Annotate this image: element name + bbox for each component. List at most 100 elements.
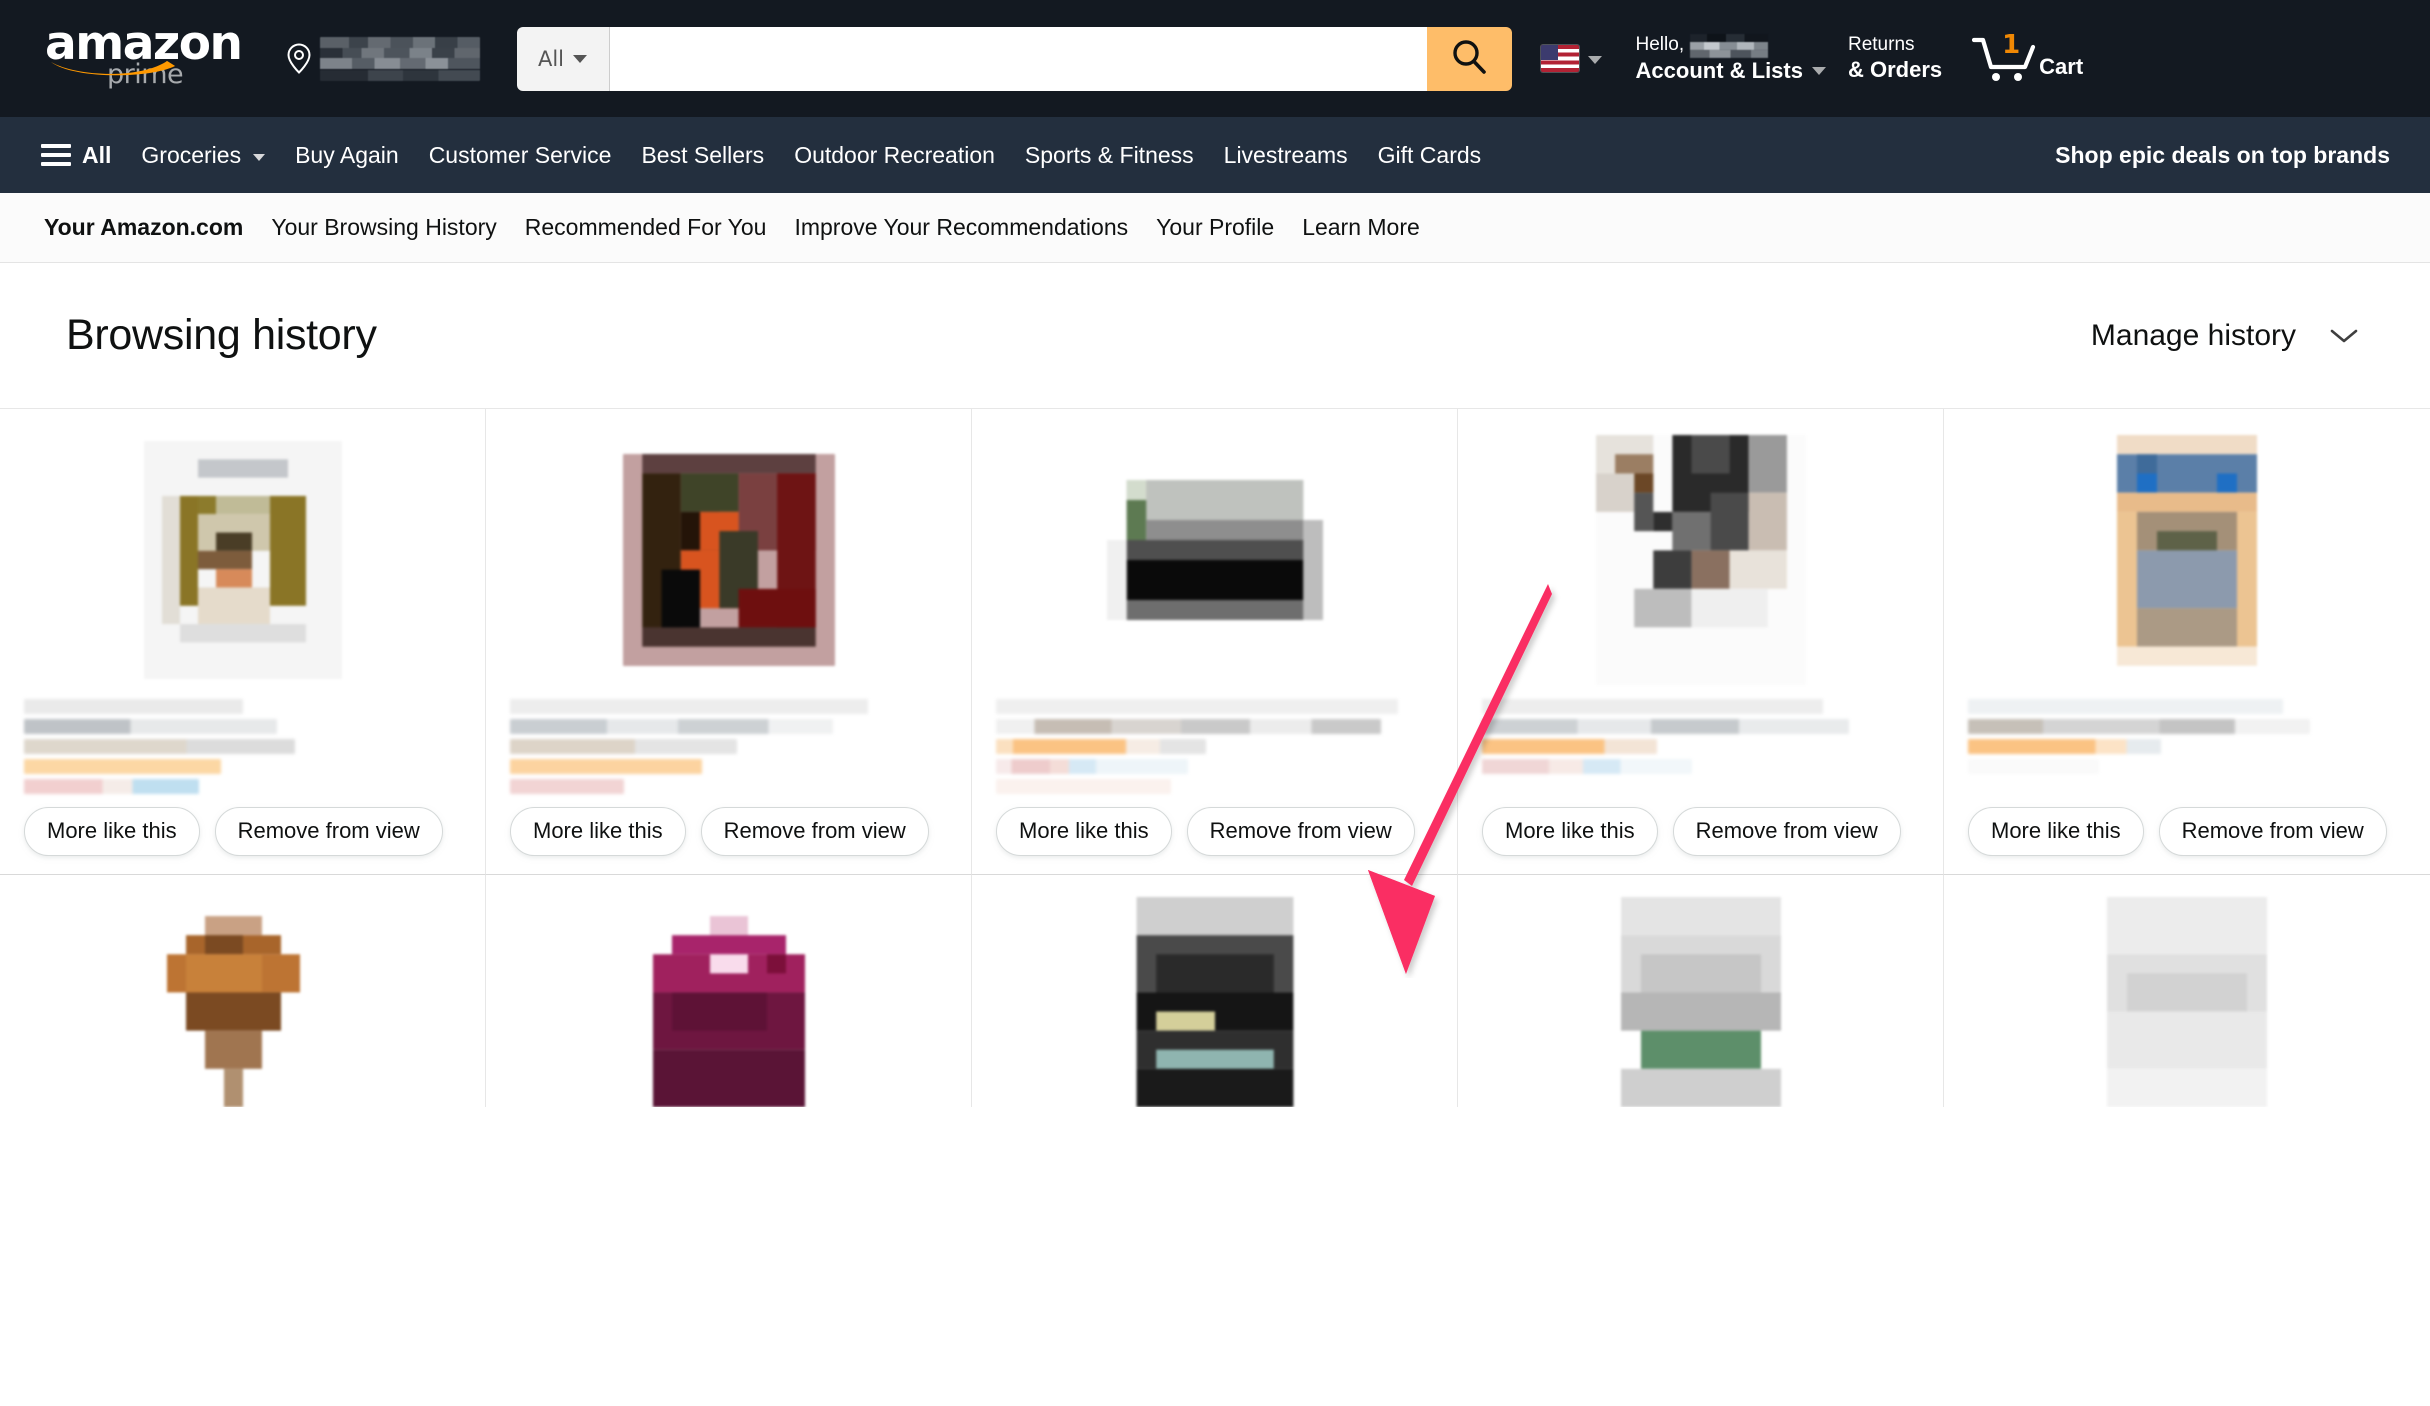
product-title-2[interactable]: [510, 699, 947, 803]
nav-item-best-sellers[interactable]: Best Sellers: [626, 132, 779, 179]
redacted-text-line: [1968, 719, 2310, 734]
redacted-rating-line: [510, 779, 624, 794]
chevron-down-icon: [573, 54, 588, 63]
product-title-3[interactable]: [996, 699, 1433, 803]
subnav-item-browsing-history[interactable]: Your Browsing History: [257, 206, 510, 249]
amazon-logo[interactable]: amazon prime: [30, 16, 257, 102]
nav-label: Sports & Fitness: [1024, 141, 1194, 168]
redacted-text-line: [24, 719, 278, 734]
product-thumbnail-redacted: [622, 454, 835, 666]
product-card-7: [486, 874, 972, 1107]
product-card-4: More like this Remove from view: [1458, 409, 1944, 875]
product-image-4[interactable]: [1482, 431, 1919, 689]
nav-item-groceries[interactable]: Groceries: [126, 132, 280, 179]
locale-selector[interactable]: [1530, 30, 1613, 87]
site-header: amazon prime All Hello, Account & Lists …: [0, 0, 2430, 117]
remove-from-view-button[interactable]: Remove from view: [1186, 807, 1415, 856]
remove-from-view-button[interactable]: Remove from view: [2158, 807, 2387, 856]
product-image-9[interactable]: [1482, 896, 1919, 1107]
product-image-5[interactable]: [1968, 431, 2406, 689]
subnav-item-learn-more[interactable]: Learn More: [1288, 206, 1434, 249]
returns-and-orders[interactable]: Returns & Orders: [1837, 24, 1953, 92]
redacted-text-line: [510, 719, 834, 734]
nav-item-livestreams[interactable]: Livestreams: [1209, 132, 1363, 179]
shopping-cart-icon: 1: [1972, 30, 2036, 84]
search-category-label: All: [537, 46, 565, 71]
remove-from-view-button[interactable]: Remove from view: [1672, 807, 1901, 856]
more-like-this-button[interactable]: More like this: [1482, 807, 1658, 856]
search-bar: All: [516, 26, 1512, 91]
redacted-text-line: [1482, 699, 1823, 714]
nav-all-menu[interactable]: All: [26, 132, 126, 179]
returns-line2: & Orders: [1847, 56, 1943, 82]
redacted-text-line: [1968, 759, 2100, 774]
account-and-lists[interactable]: Hello, Account & Lists: [1625, 24, 1837, 94]
redacted-price-line: [1482, 739, 1657, 754]
subnav-item-improve-recommendations[interactable]: Improve Your Recommendations: [780, 206, 1142, 249]
product-title-4[interactable]: [1482, 699, 1919, 803]
product-card-10: [1944, 875, 2430, 1107]
product-thumbnail-redacted: [633, 896, 824, 1107]
search-category-dropdown[interactable]: All: [516, 26, 610, 91]
product-thumbnail-redacted: [143, 441, 342, 679]
nav-label: Groceries: [141, 141, 242, 168]
nav-label: Gift Cards: [1377, 141, 1482, 168]
nav-item-sports-fitness[interactable]: Sports & Fitness: [1010, 132, 1209, 179]
card-actions-2: More like this Remove from view: [510, 803, 947, 856]
nav-promo-banner[interactable]: Shop epic deals on top brands: [2041, 133, 2404, 178]
account-name-redacted: [1690, 33, 1769, 58]
account-greeting: Hello,: [1636, 33, 1826, 58]
product-image-10[interactable]: [1968, 896, 2406, 1107]
cart-count-badge: 1: [2002, 30, 2021, 60]
product-image-7[interactable]: [510, 896, 947, 1107]
redacted-text-line: [996, 779, 1171, 794]
nav-item-gift-cards[interactable]: Gift Cards: [1363, 132, 1497, 179]
nav-label: Outdoor Recreation: [794, 141, 995, 168]
product-image-6[interactable]: [24, 896, 461, 1107]
subnav-item-recommended-for-you[interactable]: Recommended For You: [511, 206, 781, 249]
chevron-down-icon: [1811, 67, 1826, 76]
redacted-rating-line: [24, 779, 199, 794]
redacted-price-line: [996, 739, 1206, 754]
nav-item-buy-again[interactable]: Buy Again: [280, 132, 414, 179]
product-card-5: More like this Remove from view: [1944, 409, 2430, 875]
product-thumbnail-redacted: [1600, 896, 1801, 1107]
product-title-5[interactable]: [1968, 699, 2406, 803]
remove-from-view-button[interactable]: Remove from view: [700, 807, 929, 856]
redacted-text-line: [510, 699, 869, 714]
browsing-history-grid-row-2: [0, 874, 2430, 1107]
product-image-8[interactable]: [996, 896, 1433, 1107]
page-title: Browsing history: [66, 311, 377, 359]
delivery-location[interactable]: [279, 26, 491, 92]
product-image-3[interactable]: [996, 431, 1433, 689]
redacted-text-line: [24, 699, 243, 714]
more-like-this-button[interactable]: More like this: [24, 807, 200, 856]
product-thumbnail-redacted: [1595, 435, 1806, 685]
search-submit-button[interactable]: [1426, 26, 1512, 91]
manage-history-toggle[interactable]: Manage history: [2085, 311, 2364, 361]
subnav-item-your-amazon[interactable]: Your Amazon.com: [30, 206, 257, 249]
remove-from-view-button[interactable]: Remove from view: [214, 807, 443, 856]
redacted-text-line: [24, 739, 295, 754]
more-like-this-button[interactable]: More like this: [1968, 807, 2144, 856]
cart-label: Cart: [2039, 54, 2084, 79]
cart-button[interactable]: 1 Cart: [1963, 23, 2092, 94]
more-like-this-button[interactable]: More like this: [996, 807, 1172, 856]
product-image-2[interactable]: [510, 431, 947, 689]
returns-line1: Returns: [1847, 34, 1915, 56]
product-card-1: More like this Remove from view: [0, 409, 486, 875]
more-like-this-button[interactable]: More like this: [510, 807, 686, 856]
chevron-down-icon: [2330, 328, 2358, 344]
card-actions-3: More like this Remove from view: [996, 803, 1433, 856]
product-image-1[interactable]: [24, 431, 461, 689]
amazon-smile-icon: [49, 57, 177, 79]
sub-navigation: Your Amazon.com Your Browsing History Re…: [0, 193, 2430, 263]
delivery-address-redacted: [319, 36, 480, 81]
search-input[interactable]: [609, 26, 1427, 91]
product-title-1[interactable]: [24, 699, 461, 803]
subnav-item-your-profile[interactable]: Your Profile: [1142, 206, 1288, 249]
nav-item-customer-service[interactable]: Customer Service: [414, 132, 627, 179]
nav-item-outdoor-recreation[interactable]: Outdoor Recreation: [779, 132, 1010, 179]
us-flag-icon: [1540, 45, 1579, 72]
product-thumbnail-redacted: [147, 896, 338, 1107]
